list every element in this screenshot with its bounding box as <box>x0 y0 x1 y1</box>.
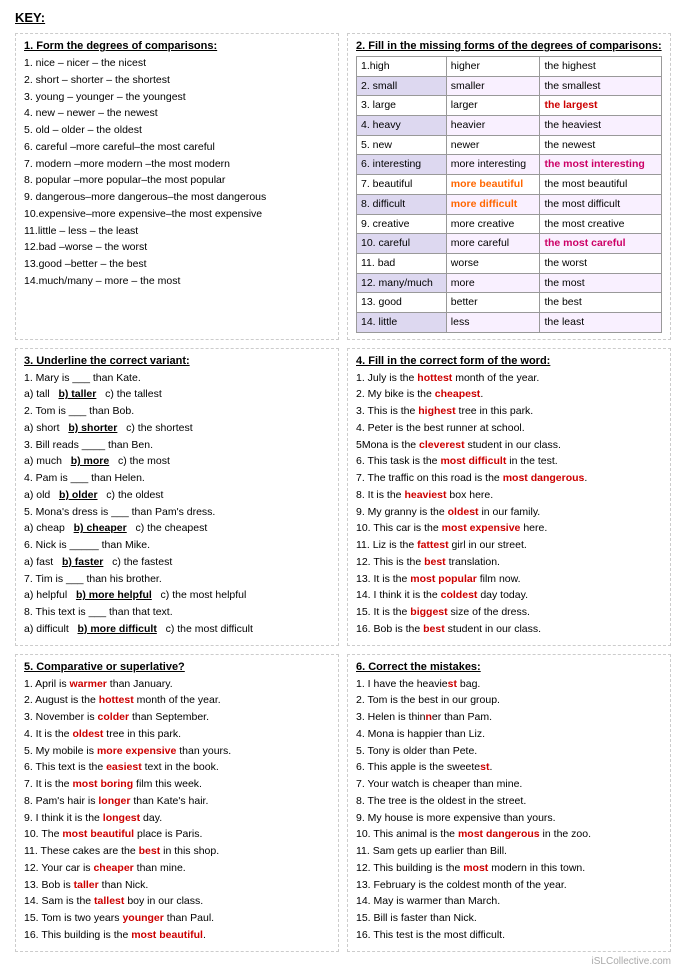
table-row: 6. interesting more interesting the most… <box>357 155 662 175</box>
table-row: 11. bad worse the worst <box>357 253 662 273</box>
table-row: 9. creative more creative the most creat… <box>357 214 662 234</box>
section6-box: 6. Correct the mistakes: 1. I have the h… <box>347 654 671 952</box>
section6-title: 6. Correct the mistakes: <box>356 661 662 673</box>
section4-box: 4. Fill in the correct form of the word:… <box>347 348 671 646</box>
section4-content: 1. July is the hottest month of the year… <box>356 371 662 638</box>
section1-title: 1. Form the degrees of comparisons: <box>24 40 330 52</box>
table-row: 10. careful more careful the most carefu… <box>357 234 662 254</box>
section2-box: 2. Fill in the missing forms of the degr… <box>347 33 671 340</box>
table-row: 1.high higher the highest <box>357 57 662 77</box>
table-row: 12. many/much more the most <box>357 273 662 293</box>
table-row: 7. beautiful more beautiful the most bea… <box>357 175 662 195</box>
watermark: iSLCollective.com <box>15 956 671 967</box>
table-row: 13. good better the best <box>357 293 662 313</box>
table-row: 14. little less the least <box>357 312 662 332</box>
table-row: 3. large larger the largest <box>357 96 662 116</box>
table-row: 8. difficult more difficult the most dif… <box>357 194 662 214</box>
table-row: 4. heavy heavier the heaviest <box>357 116 662 136</box>
section3-content: 1. Mary is ___ than Kate. a) tall b) tal… <box>24 371 330 638</box>
table-row: 5. new newer the newest <box>357 135 662 155</box>
section5-title: 5. Comparative or superlative? <box>24 661 330 673</box>
section3-box: 3. Underline the correct variant: 1. Mar… <box>15 348 339 646</box>
section5-content: 1. April is warmer than January. 2. Augu… <box>24 677 330 944</box>
section2-title: 2. Fill in the missing forms of the degr… <box>356 40 662 52</box>
table-row: 2. small smaller the smallest <box>357 76 662 96</box>
section1-content: 1. nice – nicer – the nicest 2. short – … <box>24 56 330 290</box>
key-title: KEY: <box>15 10 671 25</box>
section1-box: 1. Form the degrees of comparisons: 1. n… <box>15 33 339 340</box>
comparisons-table: 1.high higher the highest 2. small small… <box>356 56 662 333</box>
section4-title: 4. Fill in the correct form of the word: <box>356 355 662 367</box>
section6-content: 1. I have the heaviest bag. 2. Tom is th… <box>356 677 662 944</box>
section3-title: 3. Underline the correct variant: <box>24 355 330 367</box>
section5-box: 5. Comparative or superlative? 1. April … <box>15 654 339 952</box>
